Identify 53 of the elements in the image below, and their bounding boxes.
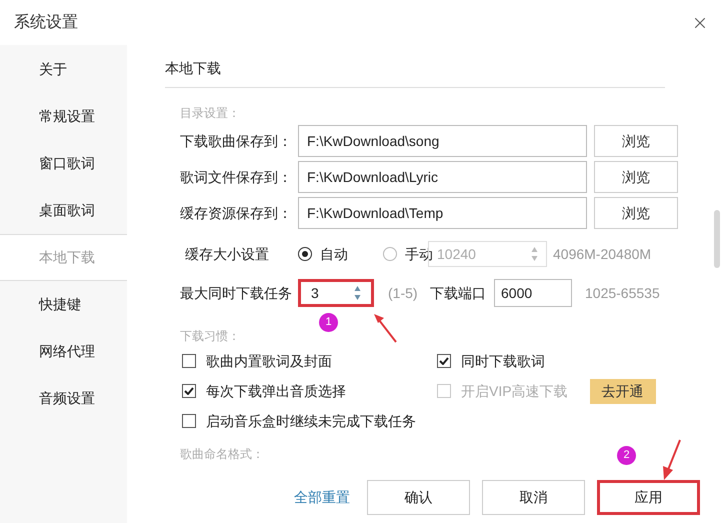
checkbox-label: 每次下载弹出音质选择 <box>206 382 346 400</box>
dialog-button[interactable]: 取消 <box>482 480 585 515</box>
field-label: 歌词文件保存到： <box>180 168 293 186</box>
checkbox-label: 启动音乐盒时继续未完成下载任务 <box>206 412 416 430</box>
sidebar-item[interactable]: 网络代理 <box>0 328 127 375</box>
sidebar-item[interactable]: 常规设置 <box>0 93 127 140</box>
sidebar-item[interactable]: 关于 <box>0 46 127 93</box>
checkbox-label: 开启VIP高速下载 <box>461 382 568 400</box>
field-label: 下载端口 <box>430 284 487 302</box>
step-badge: 1 <box>319 313 338 332</box>
section-heading: 歌曲命名格式： <box>180 446 264 463</box>
browse-button[interactable]: 浏览 <box>594 197 678 229</box>
field-label: 缓存资源保存到： <box>180 204 293 222</box>
path-field[interactable]: F:\KwDownload\Lyric <box>298 161 587 193</box>
reset-all-link[interactable]: 全部重置 <box>294 480 350 515</box>
section-title: 本地下载 <box>165 60 221 76</box>
annotation-arrow <box>660 438 682 482</box>
checkbox[interactable] <box>182 384 196 398</box>
radio-button[interactable] <box>298 247 312 261</box>
checkbox[interactable] <box>437 354 451 368</box>
path-field[interactable]: F:\KwDownload\Temp <box>298 197 587 229</box>
browse-button[interactable]: 浏览 <box>594 125 678 157</box>
spinner-arrows-icon[interactable] <box>354 285 361 301</box>
dialog-button[interactable]: 确认 <box>367 480 470 515</box>
port-field[interactable]: 6000 <box>494 279 572 307</box>
checkbox-label: 同时下载歌词 <box>461 352 545 370</box>
range-hint: 1025-65535 <box>585 284 660 302</box>
field-label: 缓存大小设置 <box>185 244 270 264</box>
checkbox-label: 歌曲内置歌词及封面 <box>206 352 332 370</box>
sidebar-item[interactable]: 音频设置 <box>0 375 127 422</box>
sidebar-item[interactable]: 快捷键 <box>0 281 127 328</box>
radio-button[interactable] <box>383 247 397 261</box>
checkbox[interactable] <box>182 354 196 368</box>
browse-button[interactable]: 浏览 <box>594 161 678 193</box>
field-label: 最大同时下载任务 <box>180 284 293 302</box>
scrollbar-thumb[interactable] <box>714 210 720 268</box>
window-title: 系统设置 <box>14 12 78 32</box>
checkmark-icon <box>184 387 194 395</box>
checkmark-icon <box>439 357 449 365</box>
checkbox[interactable] <box>182 414 196 428</box>
sidebar-item[interactable]: 桌面歌词 <box>0 187 127 234</box>
step-badge: 2 <box>617 446 636 465</box>
path-field[interactable]: F:\KwDownload\song <box>298 125 587 157</box>
section-heading: 目录设置： <box>180 105 240 122</box>
range-hint: (1-5) <box>388 284 419 303</box>
annotation-arrow <box>372 312 398 344</box>
section-heading: 下载习惯： <box>180 328 240 345</box>
radio-label: 自动 <box>320 244 348 264</box>
task-count-spinner[interactable]: 3 <box>298 279 374 307</box>
field-label: 下载歌曲保存到： <box>180 132 293 150</box>
dialog-button[interactable]: 应用 <box>597 480 700 515</box>
sidebar-item[interactable]: 窗口歌词 <box>0 140 127 187</box>
range-hint: 4096M-20480M <box>553 244 652 264</box>
